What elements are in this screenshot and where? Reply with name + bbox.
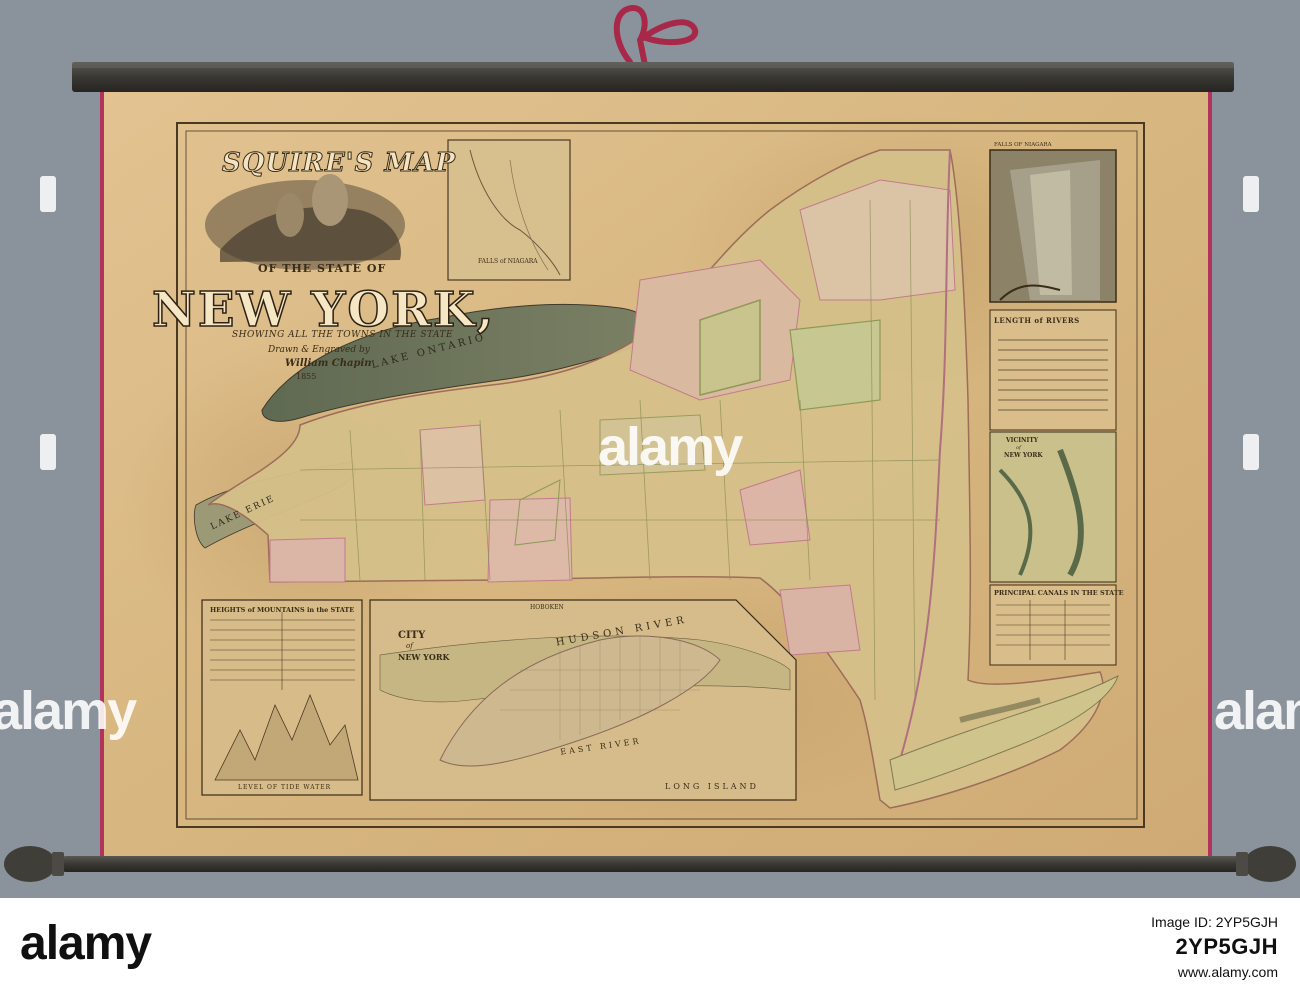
- map-engraver-name: William Chapin: [285, 358, 372, 369]
- watermark-mark: [1243, 176, 1259, 212]
- label-level-tide: LEVEL OF TIDE WATER: [238, 784, 332, 791]
- site-url[interactable]: www.alamy.com: [1151, 964, 1278, 980]
- stock-footer: alamy Image ID: 2YP5GJH 2YP5GJH www.alam…: [0, 898, 1300, 988]
- label-hoboken: HOBOKEN: [530, 604, 564, 611]
- label-city-name: NEW YORK: [398, 652, 450, 662]
- watermark-mark: [1243, 434, 1259, 470]
- map-engraver-line: Drawn & Engraved by: [268, 345, 370, 355]
- ribbon-hanger: [613, 5, 699, 73]
- map-year: 1855: [296, 372, 317, 381]
- label-city-title: CITY: [398, 630, 426, 641]
- label-long-island-inset: LONG ISLAND: [665, 782, 759, 791]
- photo-stage: SQUIRE'S MAP OF THE STATE OF NEW YORK, S…: [0, 0, 1300, 898]
- wall-map: [4, 5, 1296, 882]
- watermark-mark: [40, 176, 56, 212]
- footer-meta: Image ID: 2YP5GJH 2YP5GJH www.alamy.com: [1151, 914, 1278, 980]
- label-length-rivers: LENGTH of RIVERS: [994, 316, 1080, 325]
- map-title-top: SQUIRE'S MAP: [222, 148, 456, 179]
- label-vicinity-title: VICINITY: [1006, 437, 1039, 444]
- label-city-of: of: [406, 642, 413, 650]
- watermark-mark: [40, 434, 56, 470]
- label-niagara-header: FALLS OF NIAGARA: [994, 142, 1052, 148]
- label-inset-falls: FALLS of NIAGARA: [478, 258, 538, 265]
- rod-finial-left: [4, 846, 56, 882]
- label-heights-title: HEIGHTS of MOUNTAINS in the STATE: [210, 606, 355, 614]
- brand-logo[interactable]: alamy: [20, 916, 152, 971]
- label-canals-title: PRINCIPAL CANALS IN THE STATE: [994, 589, 1124, 597]
- label-vicinity-of: of: [1016, 445, 1021, 451]
- map-title-of: OF THE STATE OF: [258, 262, 387, 275]
- bottom-rod: [60, 856, 1248, 872]
- map-title-sub: SHOWING ALL THE TOWNS IN THE STATE: [232, 330, 454, 340]
- rod-finial-right: [1244, 846, 1296, 882]
- image-id-line: Image ID: 2YP5GJH: [1151, 914, 1278, 930]
- image-id: 2YP5GJH: [1175, 934, 1278, 959]
- label-vicinity-name: NEW YORK: [1004, 452, 1043, 459]
